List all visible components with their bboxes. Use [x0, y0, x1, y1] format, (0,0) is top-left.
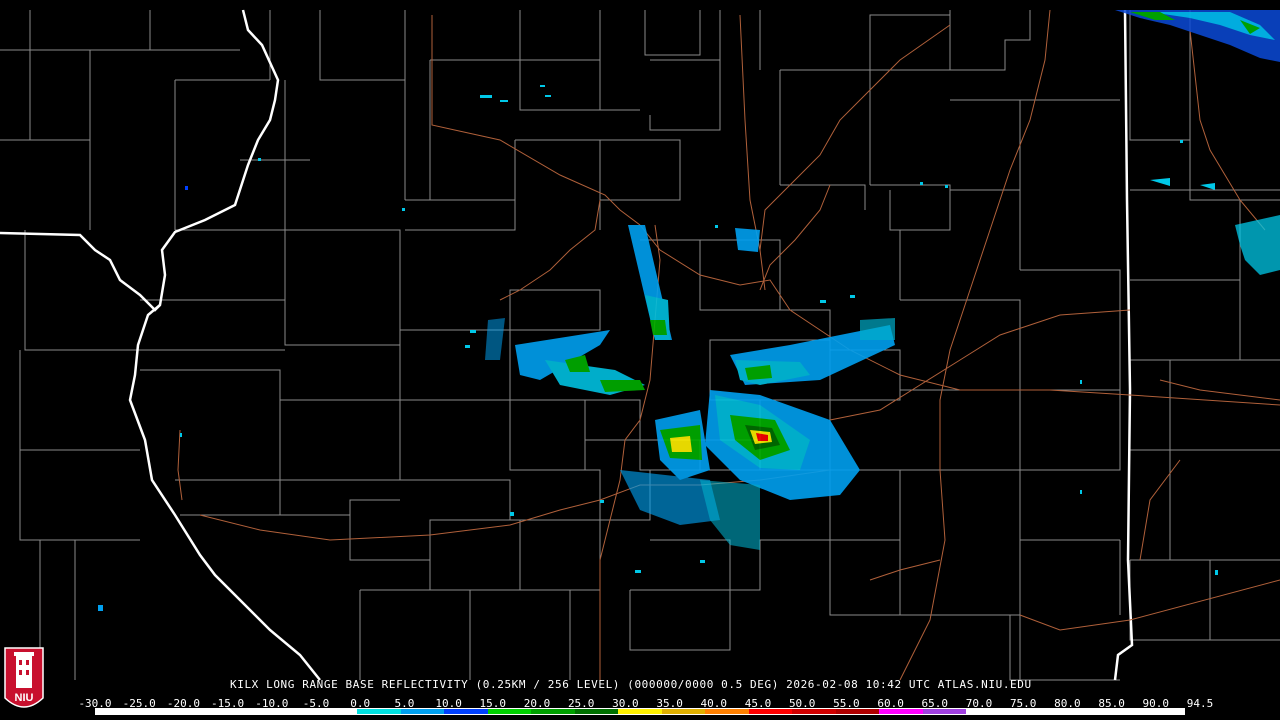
scale-segment — [139, 709, 184, 714]
scale-segment — [183, 709, 227, 714]
scale-segment — [618, 709, 662, 714]
scale-segment — [574, 709, 619, 714]
scale-segment — [313, 709, 358, 714]
county-boundaries — [0, 10, 1280, 681]
scale-segment — [444, 709, 488, 714]
radar-map — [0, 9, 1280, 681]
scale-segment — [96, 709, 140, 714]
scale-segment — [1053, 709, 1097, 714]
scale-segment — [1096, 709, 1141, 714]
scale-segment — [835, 709, 880, 714]
scale-segment — [792, 709, 836, 714]
scale-segment — [226, 709, 271, 714]
scale-segment — [1009, 709, 1054, 714]
color-scale-bar — [95, 708, 1185, 715]
scale-segment — [487, 709, 532, 714]
map-caption: KILX LONG RANGE BASE REFLECTIVITY (0.25K… — [230, 678, 1032, 691]
scale-segment — [879, 709, 923, 714]
scale-segment — [748, 709, 793, 714]
scale-segment — [966, 709, 1010, 714]
niu-logo: NIU — [4, 647, 44, 708]
scale-segment — [922, 709, 967, 714]
scale-segment — [357, 709, 401, 714]
scale-segment — [400, 709, 445, 714]
scale-segment — [661, 709, 706, 714]
scale-segment — [705, 709, 749, 714]
niu-logo-text: NIU — [15, 692, 34, 704]
scale-segment — [531, 709, 575, 714]
scale-label: 94.5 — [1186, 697, 1214, 710]
scale-segment — [1140, 709, 1184, 714]
scale-segment — [270, 709, 314, 714]
